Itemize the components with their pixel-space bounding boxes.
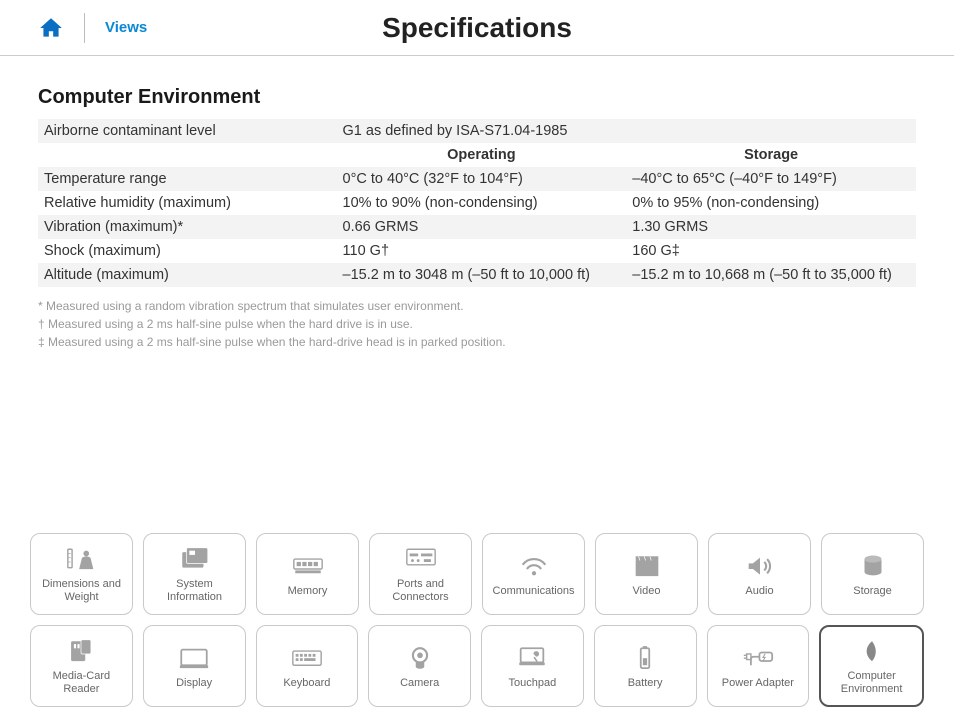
tile-label: Camera [400,677,439,690]
tile-label: Dimensions and Weight [42,578,121,603]
tile-row-1: Dimensions and Weight System Information M… [30,533,924,615]
tile-label: Ports and Connectors [392,578,448,603]
tile-touchpad[interactable]: Touchpad [481,625,584,707]
tile-power-adapter[interactable]: Power Adapter [707,625,810,707]
row-value-st: 160 G‡ [626,239,916,263]
row-value-op: 0.66 GRMS [337,215,627,239]
tile-media-card-reader[interactable]: Media-Card Reader [30,625,133,707]
display-icon [177,643,211,673]
tile-label: Computer Environment [841,670,903,695]
tile-label: Communications [493,585,575,598]
footnote-3: ‡ Measured using a 2 ms half-sine pulse … [38,333,916,351]
section-title: Computer Environment [38,86,916,109]
row-label: Temperature range [38,167,337,191]
tile-label: Memory [288,585,328,598]
memory-icon [291,551,325,581]
tile-label: Audio [745,585,773,598]
tile-row-2: Media-Card Reader Display Keyboard Camera To… [30,625,924,707]
touchpad-icon [515,643,549,673]
tile-label: Power Adapter [722,677,794,690]
footnote-1: * Measured using a random vibration spec… [38,297,916,315]
header: Views Specifications [0,0,954,56]
views-link[interactable]: Views [105,19,147,36]
computer-environment-icon [855,636,889,666]
tile-label: Storage [853,585,892,598]
home-icon[interactable] [38,15,64,41]
tile-label: Video [633,585,661,598]
col-header-storage: Storage [626,143,916,167]
tile-ports-and-connectors[interactable]: Ports and Connectors [369,533,472,615]
battery-icon [628,643,662,673]
row-value-st: 0% to 95% (non-condensing) [626,191,916,215]
row-value-op: 110 G† [337,239,627,263]
keyboard-icon [290,643,324,673]
content: Computer Environment Airborne contaminan… [0,56,954,351]
video-icon [630,551,664,581]
tile-grid: Dimensions and Weight System Information M… [0,533,954,707]
tile-video[interactable]: Video [595,533,698,615]
tile-display[interactable]: Display [143,625,246,707]
tile-system-information[interactable]: System Information [143,533,246,615]
row-value: G1 as defined by ISA-S71.04-1985 [337,119,916,143]
tile-label: Media-Card Reader [53,670,110,695]
ports-and-connectors-icon [404,544,438,574]
row-label: Vibration (maximum)* [38,215,337,239]
tile-label: Touchpad [509,677,557,690]
tile-label: Battery [628,677,663,690]
system-information-icon [178,544,212,574]
row-value-st: 1.30 GRMS [626,215,916,239]
page-title: Specifications [382,12,572,44]
tile-battery[interactable]: Battery [594,625,697,707]
camera-icon [403,643,437,673]
tile-camera[interactable]: Camera [368,625,471,707]
footnotes: * Measured using a random vibration spec… [38,297,916,351]
storage-icon [856,551,890,581]
tile-keyboard[interactable]: Keyboard [256,625,359,707]
tile-memory[interactable]: Memory [256,533,359,615]
tile-storage[interactable]: Storage [821,533,924,615]
footnote-2: † Measured using a 2 ms half-sine pulse … [38,315,916,333]
dimensions-and-weight-icon [65,544,99,574]
tile-label: System Information [167,578,222,603]
media-card-reader-icon [64,636,98,666]
divider [84,13,85,43]
blank-cell [38,143,337,167]
row-label: Shock (maximum) [38,239,337,263]
col-header-operating: Operating [337,143,627,167]
row-label: Airborne contaminant level [38,119,337,143]
tile-dimensions-and-weight[interactable]: Dimensions and Weight [30,533,133,615]
row-value-st: –15.2 m to 10,668 m (–50 ft to 35,000 ft… [626,263,916,287]
communications-icon [517,551,551,581]
row-value-st: –40°C to 65°C (–40°F to 149°F) [626,167,916,191]
tile-audio[interactable]: Audio [708,533,811,615]
tile-label: Keyboard [283,677,330,690]
tile-label: Display [176,677,212,690]
tile-communications[interactable]: Communications [482,533,585,615]
power-adapter-icon [741,643,775,673]
row-value-op: –15.2 m to 3048 m (–50 ft to 10,000 ft) [337,263,627,287]
row-label: Altitude (maximum) [38,263,337,287]
row-value-op: 10% to 90% (non-condensing) [337,191,627,215]
audio-icon [743,551,777,581]
tile-computer-environment[interactable]: Computer Environment [819,625,924,707]
row-label: Relative humidity (maximum) [38,191,337,215]
spec-table: Airborne contaminant level G1 as defined… [38,119,916,287]
row-value-op: 0°C to 40°C (32°F to 104°F) [337,167,627,191]
